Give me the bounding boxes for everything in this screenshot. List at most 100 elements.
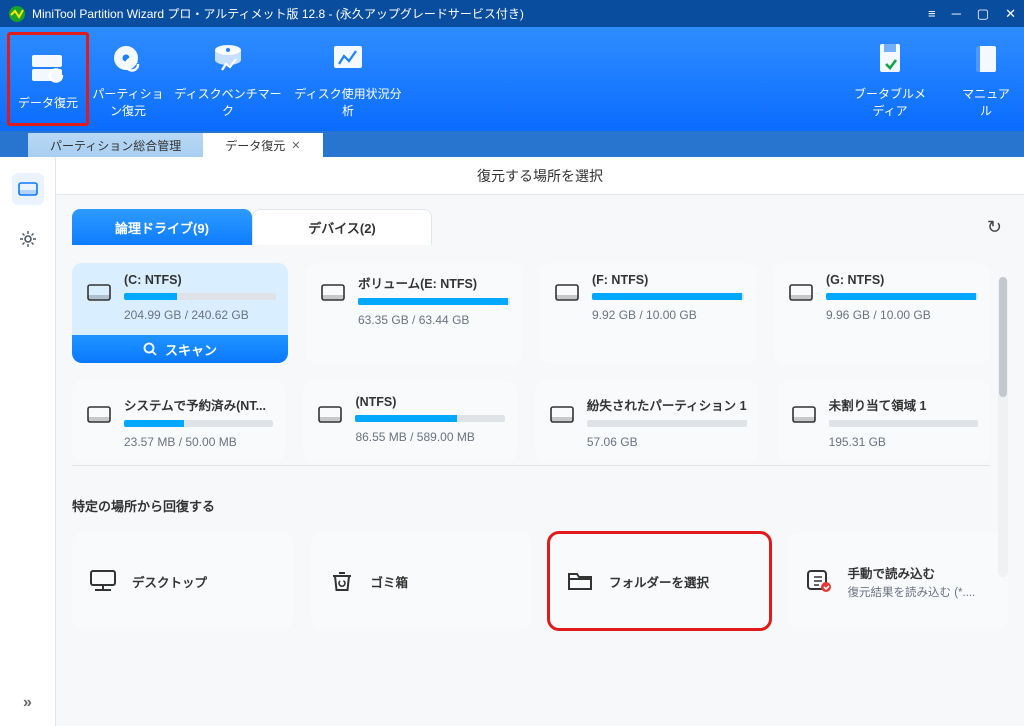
tab-row: パーティション総合管理 データ復元 ✕ bbox=[0, 131, 1024, 157]
drive-usage-bar bbox=[358, 298, 510, 305]
drive-name: ボリューム(E: NTFS) bbox=[358, 273, 510, 292]
drive-card-lost[interactable]: 紛失されたパーティション 1 57.06 GB bbox=[535, 381, 759, 461]
drive-icon bbox=[554, 283, 580, 303]
drive-tab-logical[interactable]: 論理ドライブ(9) bbox=[72, 209, 252, 245]
drive-card-ntfs[interactable]: (NTFS) 86.55 MB / 589.00 MB bbox=[303, 381, 516, 461]
drive-usage-bar bbox=[826, 293, 978, 300]
space-analyzer-button[interactable]: ディスク使用状況分析 bbox=[288, 33, 408, 125]
partition-recovery-icon bbox=[108, 39, 148, 79]
drive-card-c[interactable]: (C: NTFS) 204.99 GB / 240.62 GB スキャン bbox=[72, 263, 288, 363]
drive-card-unalloc[interactable]: 未割り当て領域 1 195.31 GB bbox=[777, 381, 990, 461]
sidebar-expand-icon[interactable]: » bbox=[23, 694, 32, 712]
drive-usage-bar bbox=[355, 415, 504, 422]
data-recovery-button[interactable]: データ復元 bbox=[8, 33, 88, 125]
refresh-icon[interactable]: ↻ bbox=[987, 217, 1008, 238]
sidebar-item-settings[interactable] bbox=[12, 223, 44, 255]
tab-label: データ復元 bbox=[225, 137, 285, 154]
drive-size: 9.92 GB / 10.00 GB bbox=[592, 308, 744, 322]
location-name: ゴミ箱 bbox=[371, 572, 516, 591]
location-desktop[interactable]: デスクトップ bbox=[72, 533, 293, 629]
drive-icon bbox=[320, 283, 346, 303]
drive-tabs: 論理ドライブ(9) デバイス(2) ↻ bbox=[72, 209, 1008, 245]
drive-name: (NTFS) bbox=[355, 395, 504, 409]
drive-icon bbox=[791, 405, 817, 425]
location-sub: 復元結果を読み込む (*.... bbox=[848, 584, 993, 600]
bootable-media-button[interactable]: ブータブルメディア bbox=[850, 33, 930, 125]
drive-size: 23.57 MB / 50.00 MB bbox=[124, 435, 273, 449]
drive-size: 86.55 MB / 589.00 MB bbox=[355, 430, 504, 444]
location-manual-load[interactable]: 手動で読み込む 復元結果を読み込む (*.... bbox=[788, 533, 1009, 629]
drive-size: 204.99 GB / 240.62 GB bbox=[124, 308, 276, 322]
data-recovery-label: データ復元 bbox=[18, 94, 78, 111]
drive-card-f[interactable]: (F: NTFS) 9.92 GB / 10.00 GB bbox=[540, 263, 756, 363]
close-icon[interactable]: ✕ bbox=[1005, 6, 1016, 22]
drive-usage-bar bbox=[124, 293, 276, 300]
drive-name: (C: NTFS) bbox=[124, 273, 276, 287]
main-toolbar: データ復元 パーティション復元 ディスクベンチマーク ディスク使用状況分析 bbox=[0, 27, 1024, 131]
tab-close-icon[interactable]: ✕ bbox=[291, 139, 300, 152]
menu-icon[interactable]: ≡ bbox=[928, 6, 936, 21]
manual-button[interactable]: マニュアル bbox=[956, 33, 1016, 125]
drive-size: 63.35 GB / 63.44 GB bbox=[358, 313, 510, 327]
disk-benchmark-button[interactable]: ディスクベンチマーク bbox=[168, 33, 288, 125]
space-analyzer-icon bbox=[328, 39, 368, 79]
drive-usage-bar bbox=[124, 420, 273, 427]
location-name: フォルダーを選択 bbox=[609, 572, 754, 591]
partition-recovery-button[interactable]: パーティション復元 bbox=[88, 33, 168, 125]
window-title: MiniTool Partition Wizard プロ・アルティメット版 12… bbox=[32, 5, 928, 22]
drive-usage-bar bbox=[587, 420, 747, 427]
location-select-folder[interactable]: フォルダーを選択 bbox=[549, 533, 770, 629]
manual-icon bbox=[971, 39, 1001, 79]
drive-icon bbox=[86, 283, 112, 303]
drive-card-e[interactable]: ボリューム(E: NTFS) 63.35 GB / 63.44 GB bbox=[306, 263, 522, 363]
drive-tab-device[interactable]: デバイス(2) bbox=[252, 209, 432, 245]
partition-recovery-label: パーティション復元 bbox=[90, 85, 166, 119]
drive-icon bbox=[317, 405, 343, 425]
scrollbar[interactable] bbox=[998, 277, 1008, 577]
body-area: » 復元する場所を選択 論理ドライブ(9) デバイス(2) ↻ bbox=[0, 157, 1024, 726]
drive-icon bbox=[86, 405, 112, 425]
recycle-icon bbox=[327, 566, 357, 596]
drive-name: システムで予約済み(NT... bbox=[124, 395, 273, 414]
drive-size: 9.96 GB / 10.00 GB bbox=[826, 308, 978, 322]
location-recycle-bin[interactable]: ゴミ箱 bbox=[311, 533, 532, 629]
title-bar: MiniTool Partition Wizard プロ・アルティメット版 12… bbox=[0, 0, 1024, 27]
sidebar-item-drives[interactable] bbox=[12, 173, 44, 205]
scrollbar-thumb[interactable] bbox=[999, 277, 1007, 397]
drive-size: 57.06 GB bbox=[587, 435, 747, 449]
drive-card-g[interactable]: (G: NTFS) 9.96 GB / 10.00 GB bbox=[774, 263, 990, 363]
drive-name: 紛失されたパーティション 1 bbox=[587, 395, 747, 414]
bootable-media-label: ブータブルメディア bbox=[852, 85, 928, 119]
drive-name: (F: NTFS) bbox=[592, 273, 744, 287]
bootable-media-icon bbox=[875, 39, 905, 79]
page-title: 復元する場所を選択 bbox=[56, 157, 1024, 195]
specific-location-title: 特定の場所から回復する bbox=[72, 496, 1008, 515]
minimize-icon[interactable]: ─ bbox=[952, 6, 961, 21]
drive-name: (G: NTFS) bbox=[826, 273, 978, 287]
drive-usage-bar bbox=[829, 420, 978, 427]
space-analyzer-label: ディスク使用状況分析 bbox=[290, 85, 406, 119]
disk-benchmark-icon bbox=[208, 39, 248, 79]
disk-benchmark-label: ディスクベンチマーク bbox=[170, 85, 286, 119]
manual-label: マニュアル bbox=[958, 85, 1014, 119]
load-icon bbox=[804, 566, 834, 596]
scan-label: スキャン bbox=[165, 340, 217, 359]
specific-location-section: 特定の場所から回復する デスクトップ ゴミ箱 bbox=[72, 496, 1008, 629]
sidebar: » bbox=[0, 157, 56, 726]
drive-usage-bar bbox=[592, 293, 744, 300]
tab-data-recovery[interactable]: データ復元 ✕ bbox=[203, 133, 322, 157]
tab-partition-management[interactable]: パーティション総合管理 bbox=[28, 133, 203, 157]
maximize-icon[interactable]: ▢ bbox=[977, 6, 989, 22]
data-recovery-icon bbox=[28, 48, 68, 88]
tab-label: パーティション総合管理 bbox=[50, 137, 181, 154]
desktop-icon bbox=[88, 566, 118, 596]
app-icon bbox=[8, 5, 26, 23]
drive-card-reserved[interactable]: システムで予約済み(NT... 23.57 MB / 50.00 MB bbox=[72, 381, 285, 461]
location-name: デスクトップ bbox=[132, 572, 277, 591]
location-name: 手動で読み込む bbox=[848, 563, 993, 582]
drive-name: 未割り当て領域 1 bbox=[829, 395, 978, 414]
drive-icon bbox=[549, 405, 575, 425]
folder-icon bbox=[565, 566, 595, 596]
scan-button[interactable]: スキャン bbox=[72, 335, 288, 363]
drive-size: 195.31 GB bbox=[829, 435, 978, 449]
